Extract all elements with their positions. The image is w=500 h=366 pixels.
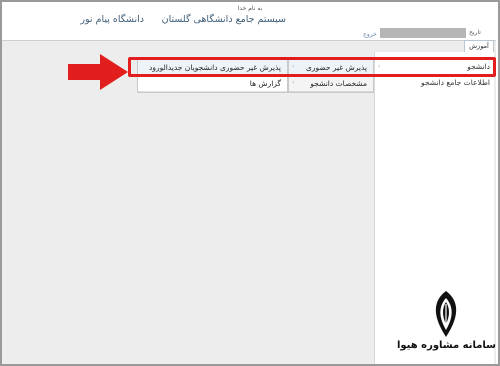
- pen-nib-icon: [435, 291, 457, 337]
- site-title: سیستم جامع دانشگاهی گلستان: [161, 14, 286, 25]
- submenu-arrow-icon: ‹: [292, 79, 295, 86]
- menu-item-reports[interactable]: گزارش ها: [138, 76, 287, 92]
- user-info-box: [380, 28, 466, 38]
- highlight-box: [128, 57, 496, 77]
- pointer-arrow-icon: [68, 54, 128, 90]
- exit-link[interactable]: خروج: [363, 31, 377, 38]
- info-bar: خروج تاریخ: [2, 28, 498, 40]
- date-label: تاریخ: [469, 29, 481, 36]
- menu-item-student-info[interactable]: اطلاعات جامع دانشجو: [378, 75, 494, 91]
- blessing-text: به نام خدا: [237, 5, 263, 12]
- menu-item-student-details[interactable]: مشخصات دانشجو: [289, 76, 373, 92]
- tab-education[interactable]: آموزش: [464, 40, 494, 52]
- university-name: دانشگاه پیام نور: [80, 14, 144, 25]
- logo-text: سامانه مشاوره هیوا: [396, 340, 496, 351]
- hiva-logo: سامانه مشاوره هیوا: [396, 290, 496, 362]
